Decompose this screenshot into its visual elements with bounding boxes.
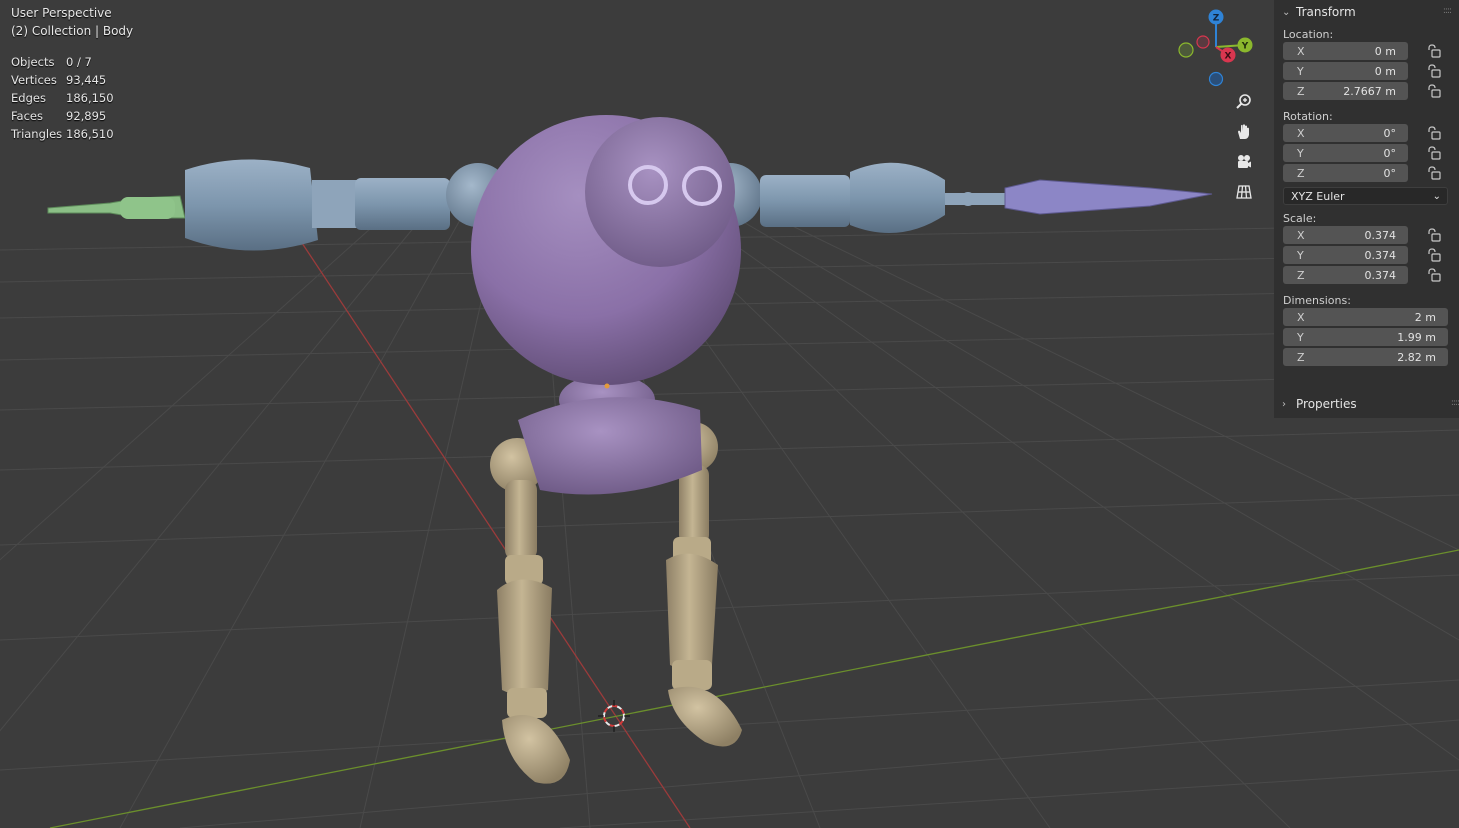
- location-y-field[interactable]: Y 0 m: [1283, 62, 1408, 80]
- drag-handle-icon[interactable]: ::::: [1451, 398, 1459, 408]
- field-value: 2.7667 m: [1343, 84, 1396, 98]
- axis-label: Y: [1297, 248, 1304, 262]
- stat-label: Vertices: [11, 73, 57, 87]
- stat-row: Triangles 186,510: [11, 125, 114, 143]
- field-value: 0°: [1383, 166, 1397, 180]
- scene-statistics: Objects 0 / 7 Vertices 93,445 Edges 186,150…: [11, 53, 114, 143]
- rotation-mode-dropdown[interactable]: XYZ Euler ⌄: [1283, 187, 1448, 205]
- axis-label: Z: [1297, 84, 1305, 98]
- scale-y-field[interactable]: Y 0.374: [1283, 246, 1408, 264]
- stat-label: Triangles: [11, 127, 63, 141]
- stat-value: 186,150: [66, 91, 114, 105]
- axis-label: Z: [1297, 350, 1305, 364]
- lock-icon[interactable]: [1426, 126, 1442, 140]
- transform-title: Transform: [1296, 5, 1356, 19]
- axis-label: X: [1297, 228, 1305, 242]
- 3d-cursor: [598, 700, 630, 732]
- field-value: 0 m: [1374, 44, 1396, 58]
- drag-handle-icon[interactable]: ::::: [1443, 6, 1452, 16]
- svg-text:X: X: [1225, 52, 1232, 62]
- dimension-y-field[interactable]: Y 1.99 m: [1283, 328, 1448, 346]
- stat-row: Objects 0 / 7: [11, 53, 114, 71]
- left-arm: [47, 159, 510, 251]
- scale-x-field[interactable]: X 0.374: [1283, 226, 1408, 244]
- axis-label: Z: [1297, 268, 1305, 282]
- transform-panel-header[interactable]: ⌄ Transform ::::: [1274, 0, 1459, 24]
- stat-label: Faces: [11, 109, 43, 123]
- rotation-y-field[interactable]: Y 0°: [1283, 144, 1408, 162]
- dimensions-label: Dimensions:: [1283, 294, 1351, 307]
- hand-pan-icon[interactable]: [1230, 118, 1258, 146]
- 3d-viewport[interactable]: User Perspective (2) Collection | Body O…: [0, 0, 1459, 828]
- axis-label: Y: [1297, 64, 1304, 78]
- location-x-field[interactable]: X 0 m: [1283, 42, 1408, 60]
- dropdown-value: XYZ Euler: [1291, 189, 1345, 203]
- navigation-gizmo[interactable]: Z Y X: [1170, 5, 1260, 95]
- gizmo-neg-x: [1196, 35, 1210, 49]
- lock-icon[interactable]: [1426, 166, 1442, 180]
- rotation-x-field[interactable]: X 0°: [1283, 124, 1408, 142]
- right-arm: [698, 162, 1213, 233]
- field-value: 0.374: [1364, 228, 1397, 242]
- stat-label: Edges: [11, 91, 46, 105]
- camera-icon[interactable]: [1230, 148, 1258, 176]
- properties-title: Properties: [1296, 397, 1357, 411]
- gizmo-neg-y: [1178, 42, 1194, 58]
- y-axis-line: [49, 549, 1459, 828]
- location-label: Location:: [1283, 28, 1334, 41]
- field-value: 1.99 m: [1397, 330, 1436, 344]
- stat-value: 186,510: [66, 127, 114, 141]
- field-value: 0 m: [1374, 64, 1396, 78]
- field-value: 0.374: [1364, 248, 1397, 262]
- stat-value: 0 / 7: [66, 55, 92, 69]
- axis-label: X: [1297, 44, 1305, 58]
- dimension-x-field[interactable]: X 2 m: [1283, 308, 1448, 326]
- rotation-label: Rotation:: [1283, 110, 1333, 123]
- properties-panel-header[interactable]: › Properties ::::: [1274, 392, 1459, 416]
- lock-icon[interactable]: [1426, 268, 1442, 282]
- view-name: User Perspective: [11, 6, 112, 20]
- scale-z-field[interactable]: Z 0.374: [1283, 266, 1408, 284]
- head: [471, 115, 741, 385]
- lock-icon[interactable]: [1426, 84, 1442, 98]
- field-value: 0°: [1383, 146, 1397, 160]
- chevron-down-icon: ⌄: [1432, 190, 1441, 202]
- lock-icon[interactable]: [1426, 146, 1442, 160]
- dimension-z-field[interactable]: Z 2.82 m: [1283, 348, 1448, 366]
- axis-label: X: [1297, 126, 1305, 140]
- chevron-right-icon: ›: [1282, 398, 1286, 410]
- gizmo-neg-z: [1208, 71, 1224, 87]
- zoom-icon[interactable]: [1230, 88, 1258, 116]
- field-value: 0°: [1383, 126, 1397, 140]
- stat-value: 92,895: [66, 109, 107, 123]
- stat-label: Objects: [11, 55, 55, 69]
- axis-label: Y: [1297, 330, 1304, 344]
- field-value: 2.82 m: [1397, 350, 1436, 364]
- field-value: 0.374: [1364, 268, 1397, 282]
- pelvis: [518, 397, 702, 495]
- scale-label: Scale:: [1283, 212, 1317, 225]
- axis-label: Z: [1297, 166, 1305, 180]
- stat-row: Edges 186,150: [11, 89, 114, 107]
- lock-icon[interactable]: [1426, 228, 1442, 242]
- stat-row: Vertices 93,445: [11, 71, 114, 89]
- rotation-z-field[interactable]: Z 0°: [1283, 164, 1408, 182]
- chevron-down-icon: ⌄: [1282, 6, 1291, 18]
- location-z-field[interactable]: Z 2.7667 m: [1283, 82, 1408, 100]
- lock-icon[interactable]: [1426, 64, 1442, 78]
- field-value: 2 m: [1414, 310, 1436, 324]
- axis-label: X: [1297, 310, 1305, 324]
- axis-label: Y: [1297, 146, 1304, 160]
- lock-icon[interactable]: [1426, 44, 1442, 58]
- svg-text:Y: Y: [1241, 42, 1249, 52]
- svg-text:Z: Z: [1213, 14, 1220, 24]
- grid-perspective-icon[interactable]: [1230, 178, 1258, 206]
- lock-icon[interactable]: [1426, 248, 1442, 262]
- stat-row: Faces 92,895: [11, 107, 114, 125]
- stat-value: 93,445: [66, 73, 107, 87]
- collection-label: (2) Collection | Body: [11, 24, 134, 38]
- sidebar-panel: ⌄ Transform :::: Location: X0 m Y0 m Z 2.…: [1274, 0, 1459, 418]
